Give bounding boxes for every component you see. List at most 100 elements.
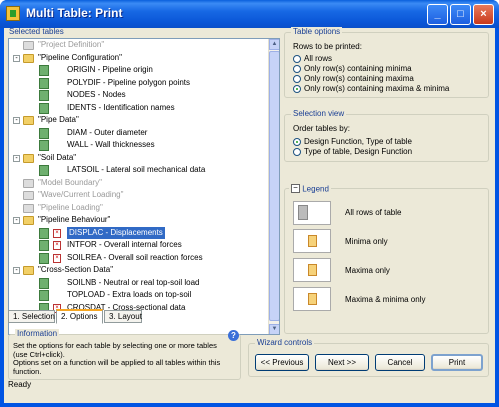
tree-table-row[interactable]: NODES - Nodes — [9, 89, 270, 102]
information-title: Information — [15, 329, 60, 338]
table-icon — [39, 140, 49, 151]
tree-folder-label: "Pipeline Behaviour" — [38, 215, 111, 224]
folder-icon — [23, 153, 34, 163]
tree-table-label: IDENTS - Identification names — [67, 102, 175, 112]
tree-table-row[interactable]: SOILNB - Neutral or real top-soil load — [9, 277, 270, 290]
table-icon — [39, 165, 49, 176]
wizard-controls-group: Wizard controls << Previous Next >> Canc… — [248, 338, 489, 377]
error-icon: × — [53, 253, 61, 263]
collapse-toggle-icon[interactable]: - — [13, 154, 20, 162]
folder-icon — [23, 178, 34, 188]
tree-rows: "Project Definition" - "Pipeline Configura… — [9, 39, 270, 334]
collapse-icon[interactable]: − — [291, 184, 300, 194]
minimize-button[interactable]: _ — [427, 4, 448, 25]
info-line: Options set on a function will be applie… — [13, 358, 221, 367]
tree-folder-row[interactable]: - "Pipe Data" — [9, 114, 270, 127]
legend-label: Maxima & minima only — [345, 295, 426, 304]
tree-folder-row[interactable]: - "Pipeline Configuration" — [9, 52, 270, 65]
window-title: Multi Table: Print — [26, 6, 123, 20]
title-bar[interactable]: Multi Table: Print _ □ × — [0, 0, 499, 28]
tree-table-row[interactable]: WALL - Wall thicknesses — [9, 139, 270, 152]
print-button[interactable]: Print — [431, 354, 483, 371]
collapse-toggle-icon[interactable]: - — [13, 217, 20, 224]
tree-table-row[interactable]: × SOILREA - Overall soil reaction forces — [9, 252, 270, 265]
collapse-toggle-icon[interactable]: - — [13, 54, 20, 62]
tree-folder-row[interactable]: - "Cross-Section Data" — [9, 264, 270, 277]
table-icon — [39, 77, 49, 89]
tree-folder-label: "Pipeline Loading" — [38, 202, 103, 212]
legend-header[interactable]: − Legend — [289, 184, 331, 194]
tree-folder-row[interactable]: "Pipeline Loading" — [9, 202, 270, 215]
next-button[interactable]: Next >> — [315, 354, 369, 371]
table-icon — [39, 252, 49, 264]
information-group: Information ? Set the options for each t… — [8, 329, 241, 380]
tree-folder-row[interactable]: "Wave/Current Loading" — [9, 189, 270, 202]
tree-folder-label: "Project Definition" — [38, 40, 105, 49]
radio-label: Type of table, Design Function — [304, 147, 413, 156]
tree-table-row[interactable]: IDENTS - Identification names — [9, 102, 270, 115]
table-options-group: Table options Rows to be printed: All ro… — [284, 27, 489, 98]
tree-table-label: LATSOIL - Lateral soil mechanical data — [67, 165, 206, 174]
legend-label: Maxima only — [345, 266, 390, 275]
tree-table-label: WALL - Wall thicknesses — [67, 140, 155, 149]
app-icon — [6, 6, 20, 21]
radio-label: Only row(s) containing maxima & minima — [304, 84, 450, 93]
selected-tables-tree[interactable]: "Project Definition" - "Pipeline Configura… — [8, 38, 280, 335]
tree-folder-row[interactable]: - "Soil Data" — [9, 152, 270, 165]
folder-icon — [23, 41, 34, 50]
error-icon: × — [53, 241, 61, 250]
table-options-title: Table options — [291, 27, 343, 36]
tree-table-row[interactable]: POLYDIF - Pipeline polygon points — [9, 77, 270, 90]
tree-table-label: SOILNB - Neutral or real top-soil load — [67, 277, 200, 287]
tree-folder-label: "Cross-Section Data" — [38, 265, 114, 274]
tree-table-row[interactable]: DIAM - Outer diameter — [9, 127, 270, 140]
previous-button[interactable]: << Previous — [255, 354, 309, 371]
order-tables-label: Order tables by: — [293, 124, 350, 133]
scroll-thumb[interactable] — [269, 51, 279, 321]
legend-maxima-icon — [293, 258, 331, 282]
folder-icon — [23, 116, 34, 125]
radio-icon — [293, 85, 301, 93]
close-button[interactable]: × — [473, 4, 494, 25]
tree-table-label: POLYDIF - Pipeline polygon points — [67, 77, 191, 87]
radio-icon — [293, 55, 301, 63]
tree-table-label: NODES - Nodes — [67, 90, 126, 99]
cancel-button[interactable]: Cancel — [375, 354, 425, 371]
tab-options[interactable]: 2. Options — [56, 309, 103, 324]
tree-table-row[interactable]: × DISPLAC - Displacements — [9, 226, 270, 239]
tab-selection[interactable]: 1. Selection — [8, 310, 55, 323]
radio-label: All rows — [304, 54, 333, 63]
tree-vertical-scrollbar[interactable]: ▲ ▼ — [268, 39, 279, 334]
tree-folder-label: "Pipeline Configuration" — [38, 52, 122, 62]
rows-to-print-label: Rows to be printed: — [293, 42, 362, 51]
maximize-button[interactable]: □ — [450, 4, 471, 25]
app-window: Multi Table: Print _ □ × Selected tables… — [0, 0, 499, 407]
collapse-toggle-icon[interactable]: - — [13, 117, 20, 124]
legend-title: Legend — [302, 184, 329, 194]
tree-folder-row[interactable]: - "Pipeline Behaviour" — [9, 214, 270, 227]
tab-layout[interactable]: 3. Layout — [104, 310, 142, 323]
folder-icon — [23, 191, 34, 200]
tree-table-label: DISPLAC - Displacements — [67, 226, 165, 239]
radio-label: Only row(s) containing minima — [304, 64, 412, 73]
legend-label: All rows of table — [345, 208, 402, 217]
tree-table-row[interactable]: LATSOIL - Lateral soil mechanical data — [9, 164, 270, 177]
folder-icon — [23, 216, 34, 225]
tree-folder-row[interactable]: "Project Definition" — [9, 39, 270, 52]
tree-folder-label: "Model Boundary" — [38, 177, 102, 187]
information-text: Set the options for each table by select… — [13, 341, 221, 376]
selection-view-group: Selection view Order tables by: Design F… — [284, 109, 489, 162]
tree-table-row[interactable]: ORIGIN - Pipeline origin — [9, 64, 270, 77]
scroll-down-icon[interactable]: ▼ — [269, 324, 279, 334]
info-line: function. — [13, 366, 42, 376]
tree-table-row[interactable]: × INTFOR - Overall internal forces — [9, 239, 270, 252]
wizard-controls-title: Wizard controls — [255, 338, 315, 347]
scroll-up-icon[interactable]: ▲ — [269, 39, 279, 50]
tree-folder-row[interactable]: "Model Boundary" — [9, 177, 270, 190]
help-icon[interactable]: ? — [228, 330, 239, 341]
collapse-toggle-icon[interactable]: - — [13, 267, 20, 274]
radio-label: Only row(s) containing maxima — [304, 74, 414, 83]
table-icon — [39, 65, 49, 76]
table-icon — [39, 277, 49, 289]
tree-table-row[interactable]: TOPLOAD - Extra loads on top-soil — [9, 289, 270, 302]
